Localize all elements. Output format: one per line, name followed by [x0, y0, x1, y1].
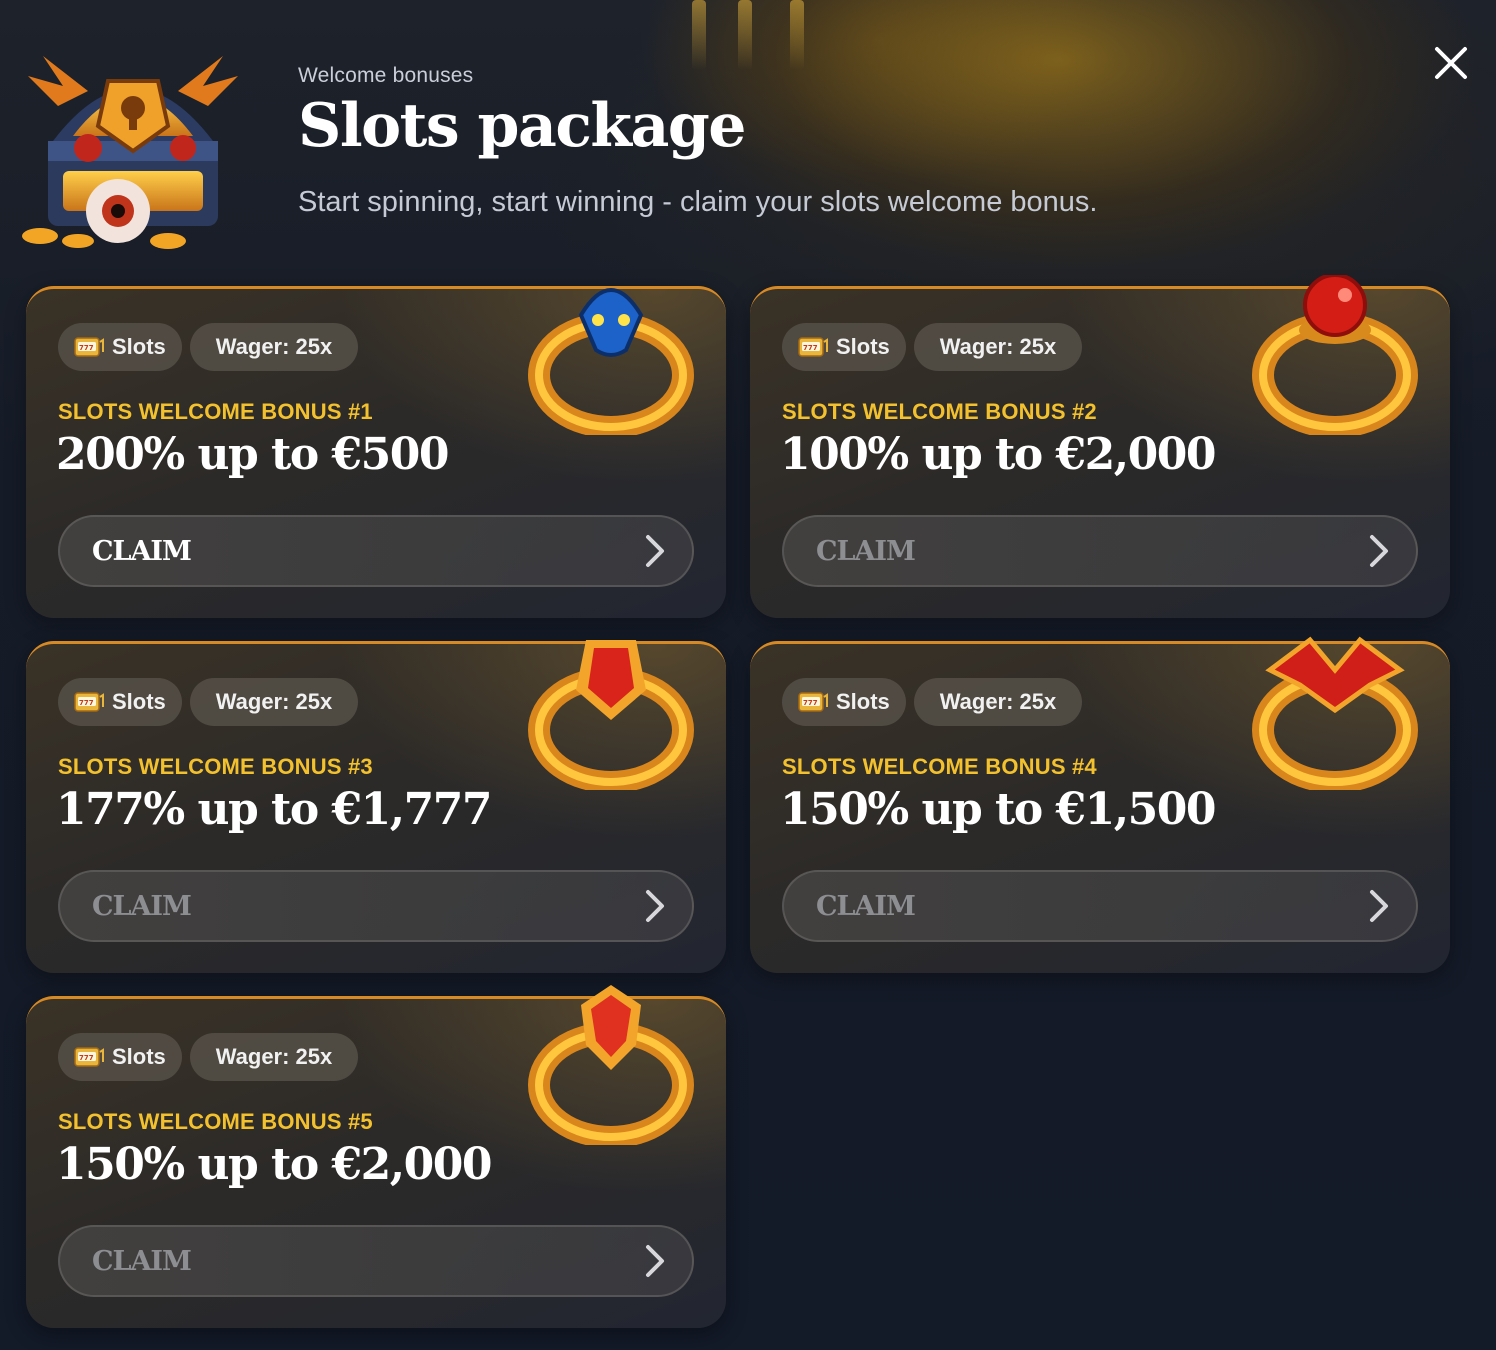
chevron-right-icon	[646, 535, 664, 567]
decor-candle	[692, 0, 706, 70]
wager-tag: Wager: 25x	[914, 323, 1082, 371]
claim-button[interactable]: CLAIM	[58, 870, 694, 942]
wager-tag: Wager: 25x	[190, 323, 358, 371]
wager-tag-label: Wager: 25x	[215, 334, 333, 359]
claim-button[interactable]: CLAIM	[782, 870, 1418, 942]
slots-tag: 777 Slots	[58, 678, 182, 726]
wager-tag-label: Wager: 25x	[215, 1044, 333, 1069]
slots-tag-label: Slots	[112, 1044, 166, 1069]
bonus-card-2: 777 Slots Wager: 25x SLOTS WELCOME BONUS…	[750, 275, 1450, 618]
close-icon[interactable]	[1430, 42, 1472, 84]
slots-tag: 777 Slots	[782, 678, 906, 726]
slot-machine-icon: 777	[74, 1047, 104, 1067]
slots-tag: 777 Slots	[782, 323, 906, 371]
claim-button[interactable]: CLAIM	[782, 515, 1418, 587]
slot-machine-icon: 777	[798, 692, 828, 712]
bat-wing-ring-icon	[1252, 636, 1418, 790]
slots-tag: 777 Slots	[58, 323, 182, 371]
chevron-right-icon	[1370, 890, 1388, 922]
wager-tag: Wager: 25x	[914, 678, 1082, 726]
slot-machine-icon: 777	[74, 692, 104, 712]
bonus-label: SLOTS WELCOME BONUS #5	[58, 1109, 373, 1134]
bonus-card-5: 777 Slots Wager: 25x SLOTS WELCOME BONUS…	[26, 985, 726, 1328]
wager-tag: Wager: 25x	[190, 1033, 358, 1081]
svg-text:777: 777	[79, 344, 94, 352]
ruby-orb-ring-icon	[1252, 275, 1418, 435]
svg-text:777: 777	[803, 699, 818, 707]
wager-tag-label: Wager: 25x	[215, 689, 333, 714]
demon-ring-icon	[528, 288, 694, 435]
chevron-right-icon	[1370, 535, 1388, 567]
wager-tag-label: Wager: 25x	[939, 689, 1057, 714]
claim-button-label: CLAIM	[92, 890, 192, 922]
bonus-amount: 200% up to €500	[56, 429, 450, 480]
wager-tag: Wager: 25x	[190, 678, 358, 726]
red-gem-ring-icon	[528, 985, 694, 1145]
bonus-card-1: 777 Slots Wager: 25x SLOTS WELCOME BONUS…	[26, 286, 726, 618]
slots-tag-label: Slots	[836, 689, 890, 714]
bonus-label: SLOTS WELCOME BONUS #4	[782, 754, 1097, 779]
bonus-amount: 150% up to €2,000	[56, 1139, 492, 1190]
bonus-label: SLOTS WELCOME BONUS #3	[58, 754, 373, 779]
bonus-amount: 177% up to €1,777	[56, 784, 492, 835]
red-crystal-ring-icon	[528, 640, 694, 790]
treasure-chest-icon	[22, 56, 238, 249]
slots-tag-label: Slots	[112, 334, 166, 359]
bonus-label: SLOTS WELCOME BONUS #2	[782, 399, 1097, 424]
slots-tag: 777 Slots	[58, 1033, 182, 1081]
svg-text:777: 777	[803, 344, 818, 352]
claim-button-label: CLAIM	[92, 1245, 192, 1277]
bonus-amount: 100% up to €2,000	[780, 429, 1216, 480]
chevron-right-icon	[646, 1245, 664, 1277]
claim-button-label: CLAIM	[816, 890, 916, 922]
decor-candle	[790, 0, 804, 70]
slot-machine-icon: 777	[798, 337, 828, 357]
header-description: Start spinning, start winning - claim yo…	[298, 186, 1098, 218]
svg-text:777: 777	[79, 699, 94, 707]
claim-button[interactable]: CLAIM	[58, 515, 694, 587]
bonus-label: SLOTS WELCOME BONUS #1	[58, 399, 373, 424]
claim-button-label: CLAIM	[92, 535, 192, 567]
svg-text:777: 777	[79, 1054, 94, 1062]
claim-button[interactable]: CLAIM	[58, 1225, 694, 1297]
bonus-card-3: 777 Slots Wager: 25x SLOTS WELCOME BONUS…	[26, 640, 726, 973]
slots-tag-label: Slots	[836, 334, 890, 359]
chevron-right-icon	[646, 890, 664, 922]
bonus-amount: 150% up to €1,500	[780, 784, 1216, 835]
wager-tag-label: Wager: 25x	[939, 334, 1057, 359]
header-subtitle: Welcome bonuses	[298, 64, 474, 87]
decor-candle	[738, 0, 752, 70]
slots-tag-label: Slots	[112, 689, 166, 714]
bonus-card-4: 777 Slots Wager: 25x SLOTS WELCOME BONUS…	[750, 636, 1450, 973]
claim-button-label: CLAIM	[816, 535, 916, 567]
page-title: Slots package	[298, 91, 746, 161]
slot-machine-icon: 777	[74, 337, 104, 357]
